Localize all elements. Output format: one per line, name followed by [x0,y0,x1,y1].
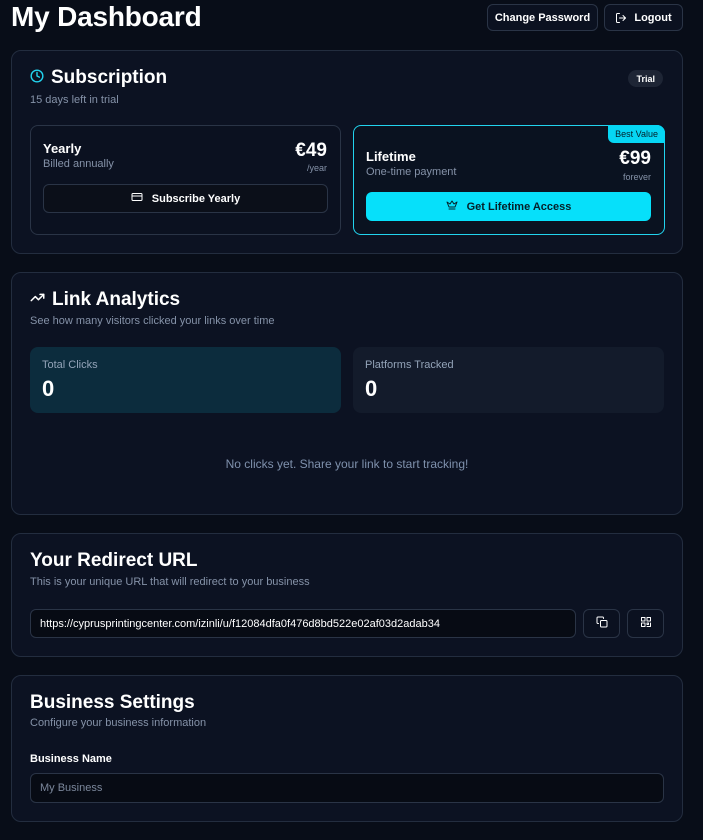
logout-label: Logout [634,11,672,24]
copy-icon [596,615,608,633]
business-settings-card: Business Settings Configure your busines… [11,675,683,822]
clock-icon [30,67,44,89]
qr-code-button[interactable] [627,609,664,638]
lifetime-plan-price: €99 [619,148,651,169]
business-name-input[interactable] [30,773,664,803]
trending-up-icon [30,289,45,311]
redirect-title: Your Redirect URL [30,550,198,571]
yearly-plan-period: /year [306,163,327,173]
redirect-subtitle: This is your unique URL that will redire… [30,576,310,588]
business-name-label: Business Name [30,753,112,765]
redirect-url-field[interactable]: https://cyprusprintingcenter.com/izinli/… [30,609,576,638]
lifetime-plan-card: Best Value Lifetime One-time payment €99… [353,125,665,235]
subscription-title: Subscription [30,67,167,89]
logout-button[interactable]: Logout [604,4,683,31]
get-lifetime-access-label: Get Lifetime Access [466,200,572,213]
credit-card-icon [131,191,143,206]
get-lifetime-access-button[interactable]: Get Lifetime Access [366,192,651,221]
best-value-badge: Best Value [608,125,665,143]
business-subtitle: Configure your business information [30,717,207,729]
lifetime-plan-period: forever [622,172,651,182]
platforms-tracked-value: 0 [365,376,378,401]
lifetime-plan-name: Lifetime [366,149,416,164]
subscription-title-text: Subscription [51,67,168,88]
change-password-label: Change Password [494,11,591,24]
trial-badge: Trial [628,70,663,87]
business-title: Business Settings [30,692,195,713]
yearly-plan-card: Yearly Billed annually €49 /year Subscri… [30,125,341,235]
yearly-plan-price: €49 [295,140,327,161]
crown-icon [446,199,458,214]
logout-icon [615,12,627,24]
change-password-button[interactable]: Change Password [487,4,598,31]
platforms-tracked-label: Platforms Tracked [365,359,454,371]
yearly-plan-name: Yearly [43,141,82,156]
lifetime-plan-description: One-time payment [366,166,457,178]
analytics-subtitle: See how many visitors clicked your links… [30,315,275,327]
subscription-card: Subscription 15 days left in trial Trial… [11,50,683,254]
platforms-tracked-stat: Platforms Tracked 0 [353,347,664,413]
page-title: My Dashboard [11,1,202,32]
qr-code-icon [640,615,652,633]
redirect-url-card: Your Redirect URL This is your unique UR… [11,533,683,657]
analytics-title-text: Link Analytics [52,289,181,310]
yearly-plan-description: Billed annually [43,158,114,170]
empty-state-message: No clicks yet. Share your link to start … [225,457,469,471]
total-clicks-value: 0 [42,376,55,401]
copy-url-button[interactable] [583,609,620,638]
link-analytics-card: Link Analytics See how many visitors cli… [11,272,683,515]
subscribe-yearly-button[interactable]: Subscribe Yearly [43,184,328,213]
total-clicks-stat: Total Clicks 0 [30,347,341,413]
subscription-subtitle: 15 days left in trial [30,94,119,106]
analytics-title: Link Analytics [30,289,180,311]
total-clicks-label: Total Clicks [42,359,98,371]
subscribe-yearly-label: Subscribe Yearly [151,192,241,205]
